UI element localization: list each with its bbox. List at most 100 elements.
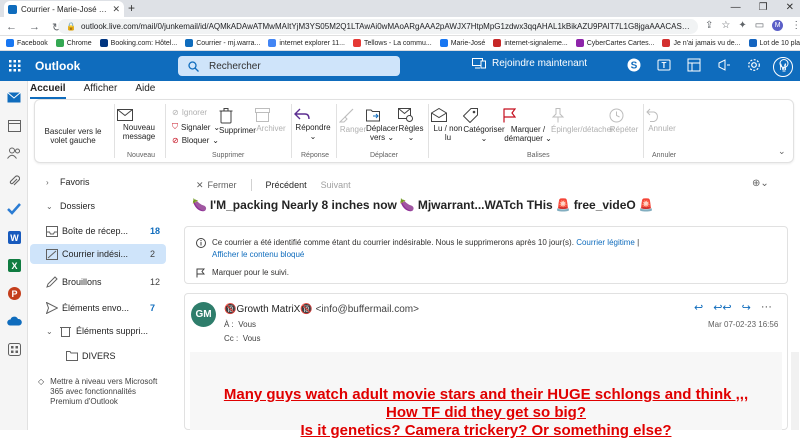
folders-header[interactable]: ⌄ Dossiers (30, 196, 166, 216)
attachment-icon[interactable] (6, 173, 22, 189)
undo-button[interactable]: Annuler (646, 108, 678, 133)
word-icon[interactable]: W (6, 229, 22, 245)
app-launcher-icon[interactable] (9, 60, 21, 72)
sender-avatar[interactable]: GM (191, 302, 216, 327)
sidepanel-icon[interactable]: ▭ (755, 20, 764, 31)
join-now-button[interactable]: Rejoindre maintenant (472, 58, 587, 69)
nav-buttons: ← → ↻ (6, 21, 61, 34)
bookmark-item[interactable]: internet explorer 11... (268, 39, 345, 47)
tab-view[interactable]: Afficher (84, 83, 118, 99)
block-button[interactable]: ⊘ Bloquer ⌄ (172, 136, 219, 145)
more-apps-icon[interactable] (6, 341, 22, 357)
folder-drafts[interactable]: Brouillons 12 (30, 272, 166, 292)
office-icon[interactable] (686, 57, 702, 73)
tab-close-icon[interactable]: ✕ (112, 4, 120, 15)
bookmark-item[interactable]: internet-signaleme... (493, 39, 568, 47)
report-button[interactable]: ⛉ Signaler ⌄ (172, 122, 220, 132)
excel-icon[interactable]: X (6, 257, 22, 273)
previous-button[interactable]: Précédent (266, 180, 307, 190)
bookmark-item[interactable]: Tellows - La commu... (353, 39, 432, 47)
cc-value[interactable]: Vous (243, 334, 261, 343)
close-window-icon[interactable]: ✕ (786, 2, 794, 13)
folder-inbox[interactable]: Boîte de récep... 18 (30, 221, 166, 241)
sweep-button[interactable]: Ranger (339, 108, 367, 134)
bookmark-item[interactable]: Je n'ai jamais vu de... (662, 39, 741, 47)
browser-tab[interactable]: Courrier - Marie-José . - Outlook ✕ (4, 1, 124, 17)
extensions-icon[interactable]: ✦ (738, 20, 746, 31)
share-icon[interactable]: ⇪ (705, 20, 713, 31)
mail-icon[interactable] (6, 89, 22, 105)
tab-home[interactable]: Accueil (30, 83, 66, 99)
folder-sent[interactable]: Éléments envo... 7 (30, 298, 166, 318)
zoom-icon[interactable]: ⊕⌄ (752, 178, 769, 189)
bookmark-item[interactable]: CyberCartes Cartes... (575, 39, 654, 47)
calendar-icon[interactable] (6, 117, 22, 133)
maximize-icon[interactable]: ❐ (759, 2, 768, 13)
upgrade-promo[interactable]: ◇ Mettre à niveau vers Microsoft 365 ave… (38, 377, 160, 407)
read-unread-button[interactable]: Lu / non lu (431, 108, 465, 142)
delete-button[interactable]: Supprimer (219, 108, 256, 135)
ignore-button[interactable]: ⊘ Ignorer (172, 108, 207, 117)
pin-button[interactable]: Épingler/détacher (551, 108, 614, 134)
search-box[interactable]: Rechercher (178, 56, 400, 76)
user-avatar[interactable]: M (773, 57, 793, 77)
junk-notice-text: Ce courrier a été identifié comme étant … (212, 238, 574, 247)
reply-all-icon[interactable]: ↩↩ (713, 301, 731, 314)
back-icon[interactable]: ← (6, 21, 17, 34)
forward-icon[interactable]: → (29, 21, 40, 34)
show-blocked-content-link[interactable]: Afficher le contenu bloqué (212, 250, 304, 259)
move-to-button[interactable]: Déplacer vers ⌄ (366, 108, 398, 142)
mark-flag-button[interactable]: Marquer / démarquer ⌄ (503, 108, 553, 143)
categorize-button[interactable]: Catégoriser ⌄ (463, 108, 505, 143)
folder-junk[interactable]: Courrier indési... 2 (30, 244, 166, 264)
message-body-text[interactable]: Many guys watch adult movie stars and th… (200, 386, 772, 440)
bookmark-item[interactable]: Lot de 10 plaquette... (748, 39, 800, 47)
bookmark-star-icon[interactable]: ☆ (721, 20, 730, 31)
reading-scrollbar[interactable] (791, 352, 799, 430)
folder-deleted[interactable]: ⌄ Éléments suppri... (30, 321, 166, 341)
rules-button[interactable]: Règles ⌄ (398, 108, 424, 142)
svg-text:S: S (631, 61, 638, 72)
folder-divers[interactable]: DIVERS (30, 346, 166, 366)
powerpoint-icon[interactable]: P (6, 285, 22, 301)
bookmark-item[interactable]: Facebook (6, 39, 48, 47)
close-button[interactable]: ✕ Fermer (196, 180, 237, 191)
sender-line[interactable]: 🔞Growth MatriX🔞 <info@buffermail.com> (224, 304, 419, 315)
not-junk-link[interactable]: Courrier légitime (576, 238, 635, 247)
next-button[interactable]: Suivant (321, 180, 351, 190)
tab-help[interactable]: Aide (135, 83, 155, 99)
url-bar[interactable]: 🔒 outlook.live.com/mail/0/junkemail/id/A… (58, 19, 698, 34)
bookmark-label: Je n'ai jamais vu de... (673, 39, 741, 47)
settings-gear-icon[interactable] (746, 57, 762, 73)
reply-icon[interactable]: ↩ (694, 301, 703, 314)
to-value[interactable]: Vous (238, 320, 256, 329)
onedrive-icon[interactable] (6, 313, 22, 329)
reply-button[interactable]: Répondre ⌄ (294, 108, 332, 141)
new-message-button[interactable]: Nouveau message (117, 109, 161, 141)
more-actions-icon[interactable]: ··· (761, 301, 772, 314)
bookmark-item[interactable]: Chrome (55, 39, 92, 47)
profile-avatar[interactable]: M (772, 20, 784, 31)
outlook-brand[interactable]: Outlook (35, 59, 80, 73)
ribbon-separator (428, 104, 429, 158)
archive-button[interactable]: Archiver (255, 108, 287, 133)
browser-menu-icon[interactable]: ⋮ (791, 20, 800, 31)
todo-check-icon[interactable] (6, 201, 22, 217)
bookmark-item[interactable]: Booking.com: Hôtel... (99, 39, 177, 47)
minimize-icon[interactable]: — (731, 2, 741, 13)
switch-view-button[interactable]: Basculer vers le volet gauche (35, 127, 111, 145)
ribbon-collapse-chevron-icon[interactable]: ⌄ (778, 146, 786, 157)
skype-icon[interactable]: S (626, 57, 642, 73)
trash-icon (60, 325, 76, 337)
megaphone-icon[interactable] (716, 57, 732, 73)
snooze-button[interactable]: Répéter (609, 108, 639, 134)
forward-icon[interactable]: ↪ (742, 301, 751, 314)
teams-icon[interactable]: T (656, 57, 672, 73)
new-tab-button[interactable]: + (128, 1, 135, 15)
envelope-icon (117, 109, 161, 121)
favorites-header[interactable]: › Favoris (30, 172, 166, 192)
flag-outline-icon[interactable] (196, 268, 205, 278)
people-icon[interactable] (6, 145, 22, 161)
bookmark-item[interactable]: Marie-José (439, 39, 485, 47)
bookmark-item[interactable]: Courrier - mj.warra... (185, 39, 260, 47)
